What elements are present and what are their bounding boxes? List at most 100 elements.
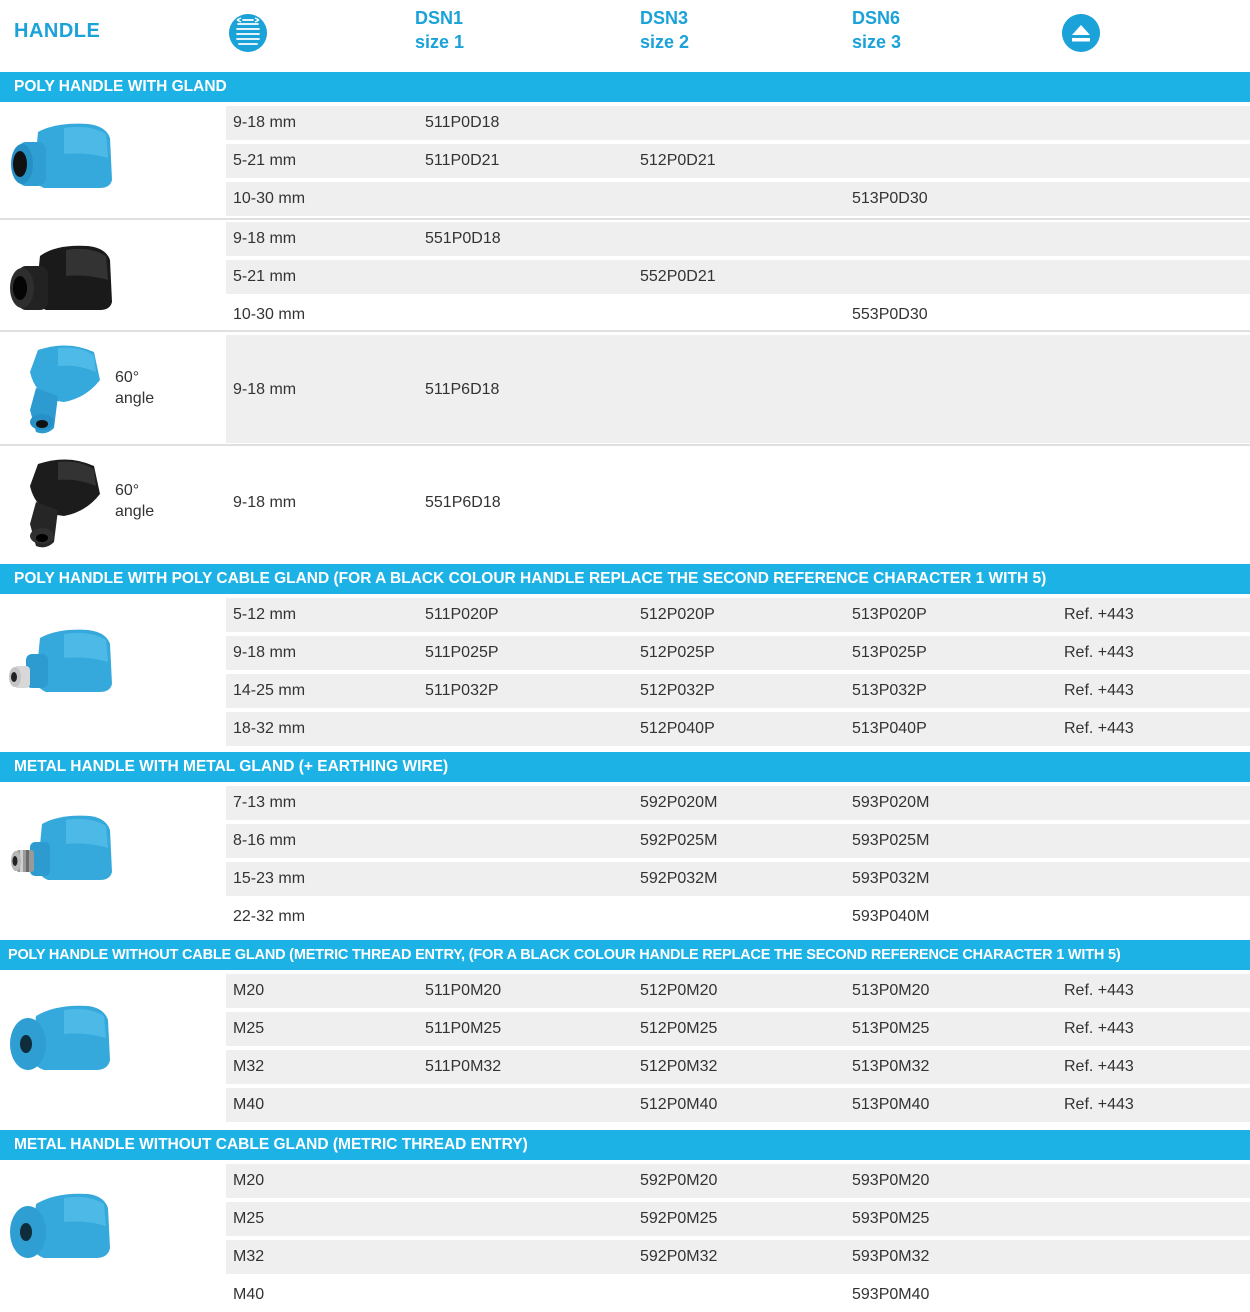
dsn1-ref-cell: 551P0D18 (425, 230, 501, 247)
table-header: HANDLE DSN1 size 1 DSN3 size 2 DSN6 size… (0, 0, 1250, 68)
extra-ref-cell: Ref. +443 (1064, 682, 1134, 699)
dsn3-header: DSN3 size 2 (640, 6, 689, 54)
dsn3-ref-cell: 512P020P (640, 606, 715, 623)
table-row: M20 592P0M20 593P0M20 (226, 1162, 1250, 1198)
extra-ref-cell: Ref. +443 (1064, 982, 1134, 999)
dsn3-ref-cell: 592P025M (640, 832, 718, 849)
cable-range-cell: 22-32 mm (233, 908, 306, 925)
table-row: M40 593P0M40 (226, 1276, 1250, 1312)
dsn6-ref-cell: 513P0D30 (852, 190, 928, 207)
extra-ref-cell: Ref. +443 (1064, 644, 1134, 661)
dsn1-ref-cell: 551P6D18 (425, 494, 501, 511)
rows-section2: 5-12 mm 511P020P 512P020P 513P020P Ref. … (226, 596, 1250, 746)
dsn3-ref-cell: 552P0D21 (640, 268, 716, 285)
dsn3-ref-cell: 592P0M25 (640, 1210, 718, 1227)
table-row: M32 592P0M32 593P0M32 (226, 1238, 1250, 1274)
dsn6-ref-cell: 513P0M25 (852, 1020, 930, 1037)
extra-ref-cell: Ref. +443 (1064, 720, 1134, 737)
handle-column-header: HANDLE (14, 20, 101, 42)
thread-size-cell: M32 (233, 1248, 265, 1265)
table-row: 10-30 mm 513P0D30 (226, 180, 1250, 216)
dsn6-header: DSN6 size 3 (852, 6, 901, 54)
dsn1-ref-cell: 511P6D18 (425, 381, 500, 398)
dsn6-ref-cell: 513P0M20 (852, 982, 930, 999)
table-row: 9-18 mm 551P6D18 (226, 446, 1250, 556)
section-title-poly-handle-without-gland: POLY HANDLE WITHOUT CABLE GLAND (METRIC … (0, 940, 1250, 970)
dsn6-ref-cell: 593P0M25 (852, 1210, 930, 1227)
cable-range-cell: 10-30 mm (233, 190, 306, 207)
cable-range-cell: 10-30 mm (233, 306, 306, 323)
table-row: 5-21 mm 511P0D21 512P0D21 (226, 142, 1250, 178)
angle-degrees: 60° (115, 369, 140, 386)
rows-section5: M20 592P0M20 593P0M20 M25 592P0M25 593P0… (226, 1162, 1250, 1312)
cable-range-cell: 9-18 mm (233, 644, 297, 661)
dsn6-ref-cell: 593P0M40 (852, 1286, 930, 1303)
rows-black-straight: 9-18 mm 551P0D18 5-21 mm 552P0D21 10-30 … (226, 220, 1250, 332)
dsn6-ref-cell: 593P032M (852, 870, 930, 887)
cable-range-cell: 9-18 mm (233, 494, 297, 511)
dsn3-label: DSN3 (640, 8, 689, 28)
table-row: M32 511P0M32 512P0M32 513P0M32 Ref. +443 (226, 1048, 1250, 1084)
blue-handle-poly-gland-image (9, 629, 112, 692)
thread-size-cell: M32 (233, 1058, 265, 1075)
table-row: 15-23 mm 592P032M 593P032M (226, 860, 1250, 896)
cable-range-cell: 5-21 mm (233, 268, 297, 285)
blue-handle-image (11, 123, 112, 188)
dsn3-size: size 2 (640, 32, 690, 52)
dsn6-ref-cell: 513P0M40 (852, 1096, 930, 1113)
black-handle-image (10, 245, 112, 310)
table-row: 5-12 mm 511P020P 512P020P 513P020P Ref. … (226, 596, 1250, 632)
dsn6-ref-cell: 593P020M (852, 794, 930, 811)
dsn1-ref-cell: 511P025P (425, 644, 499, 661)
cable-range-cell: 18-32 mm (233, 720, 306, 737)
table-row: 22-32 mm 593P040M (226, 898, 1250, 934)
section-title-metal-handle-without-gland: METAL HANDLE WITHOUT CABLE GLAND (METRIC… (0, 1130, 1250, 1160)
table-row: 9-18 mm 511P6D18 (226, 333, 1250, 443)
dsn3-ref-cell: 592P020M (640, 794, 718, 811)
dsn1-label: DSN1 (415, 8, 464, 28)
cable-range-cell: 5-21 mm (233, 152, 297, 169)
blue-metal-handle-metric-thread-image (10, 1193, 110, 1258)
dsn6-ref-cell: 593P0M32 (852, 1248, 930, 1265)
dsn6-size: size 3 (852, 32, 902, 52)
cable-range-cell: 9-18 mm (233, 230, 297, 247)
dsn1-ref-cell: 511P0M20 (425, 982, 502, 999)
thread-size-cell: M25 (233, 1020, 265, 1037)
angle-degrees: 60° (115, 482, 140, 499)
section-title-poly-handle-poly-gland: POLY HANDLE WITH POLY CABLE GLAND (FOR A… (0, 564, 1250, 594)
rows-section3: 7-13 mm 592P020M 593P020M 8-16 mm 592P02… (226, 784, 1250, 934)
row-blue-angled: 9-18 mm 511P6D18 (226, 333, 1250, 443)
dsn6-ref-cell: 513P0M32 (852, 1058, 930, 1075)
table-row: M40 512P0M40 513P0M40 Ref. +443 (226, 1086, 1250, 1122)
table-row: 9-18 mm 511P025P 512P025P 513P025P Ref. … (226, 634, 1250, 670)
dsn3-ref-cell: 512P025P (640, 644, 715, 661)
table-row: 9-18 mm 511P0D18 (226, 104, 1250, 140)
group-divider (0, 330, 1250, 332)
dsn1-ref-cell: 511P0D18 (425, 114, 500, 131)
dsn1-ref-cell: 511P0M32 (425, 1058, 502, 1075)
row-black-angled: 9-18 mm 551P6D18 (226, 446, 1250, 556)
table-row: M20 511P0M20 512P0M20 513P0M20 Ref. +443 (226, 972, 1250, 1008)
black-angled-handle-image (30, 459, 100, 548)
angle-label-black: 60° angle (115, 480, 154, 522)
dsn6-ref-cell: 513P040P (852, 720, 927, 737)
dsn3-ref-cell: 512P0M40 (640, 1096, 718, 1113)
dsn3-ref-cell: 512P0M32 (640, 1058, 718, 1075)
blue-handle-metal-gland-image (11, 815, 112, 880)
thread-size-cell: M25 (233, 1210, 265, 1227)
dsn3-ref-cell: 512P032P (640, 682, 715, 699)
dsn6-ref-cell: 593P040M (852, 908, 930, 925)
dsn3-ref-cell: 592P0M20 (640, 1172, 718, 1189)
table-row: 14-25 mm 511P032P 512P032P 513P032P Ref.… (226, 672, 1250, 708)
dsn6-ref-cell: 513P032P (852, 682, 927, 699)
dsn6-label: DSN6 (852, 8, 901, 28)
section-title-metal-handle-metal-gland: METAL HANDLE WITH METAL GLAND (+ EARTHIN… (0, 752, 1250, 782)
angle-label-blue: 60° angle (115, 367, 154, 409)
rows-blue-straight: 9-18 mm 511P0D18 5-21 mm 511P0D21 512P0D… (226, 104, 1250, 216)
cable-range-cell: 9-18 mm (233, 381, 297, 398)
table-row: M25 592P0M25 593P0M25 (226, 1200, 1250, 1236)
thread-size-cell: M40 (233, 1096, 265, 1113)
blue-handle-metric-thread-image (10, 1005, 110, 1070)
dsn6-ref-cell: 513P025P (852, 644, 927, 661)
table-row: M25 511P0M25 512P0M25 513P0M25 Ref. +443 (226, 1010, 1250, 1046)
